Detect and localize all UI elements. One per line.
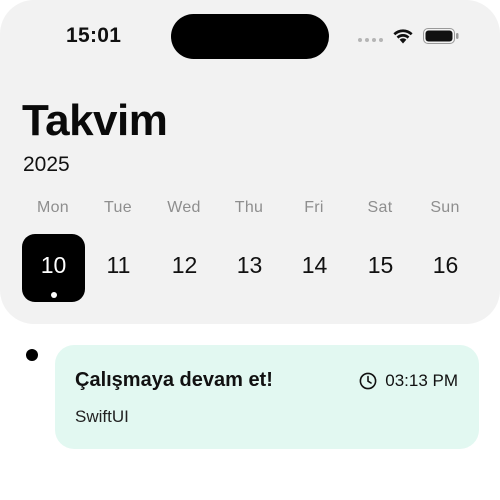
day-cell[interactable]: 12 — [153, 234, 216, 302]
day-number: 12 — [171, 252, 198, 278]
day-name: Tue — [104, 199, 132, 216]
day-number: 14 — [301, 252, 328, 278]
day-number: 13 — [236, 252, 263, 278]
day-column-sat: Sat 15 — [348, 198, 412, 308]
task-time-label: 03:13 PM — [385, 371, 458, 390]
day-column-sun: Sun 16 — [413, 198, 477, 308]
task-title: Çalışmaya devam et! — [75, 369, 273, 391]
day-column-fri: Fri 14 — [282, 198, 346, 308]
task-subtitle: SwiftUI — [75, 407, 129, 426]
day-number: 11 — [106, 252, 131, 278]
day-cell[interactable]: 15 — [349, 234, 412, 302]
day-cell[interactable]: 16 — [414, 234, 477, 302]
timeline-dot — [26, 349, 38, 361]
year-label: 2025 — [23, 153, 70, 176]
day-number: 10 — [40, 252, 67, 278]
battery-icon — [423, 28, 459, 44]
day-name: Sat — [367, 199, 393, 216]
wifi-icon — [393, 29, 413, 44]
day-cell[interactable]: 11 — [87, 234, 150, 302]
calendar-screen: 15:01 Takvim 2025 Mon 10 Tue 11 Wed 12 T… — [0, 0, 500, 500]
day-column-thu: Thu 13 — [217, 198, 281, 308]
page-title: Takvim — [22, 96, 168, 145]
day-column-tue: Tue 11 — [86, 198, 150, 308]
signal-dots-icon — [358, 38, 383, 42]
clock-icon — [359, 372, 377, 390]
week-strip: Mon 10 Tue 11 Wed 12 Thu 13 Fri 14 Sat 1… — [21, 198, 488, 308]
day-name: Thu — [234, 199, 264, 216]
day-name: Fri — [304, 199, 324, 216]
day-name: Wed — [167, 199, 201, 216]
task-card[interactable]: Çalışmaya devam et! SwiftUI 03:13 PM — [55, 345, 479, 449]
day-name: Mon — [36, 199, 70, 216]
day-name: Sun — [430, 199, 460, 216]
status-time: 15:01 — [66, 24, 122, 47]
day-number: 16 — [432, 252, 459, 278]
today-indicator-dot — [51, 292, 57, 298]
day-column-mon: Mon 10 — [21, 198, 85, 308]
day-column-wed: Wed 12 — [152, 198, 216, 308]
day-cell-selected[interactable]: 10 — [22, 234, 85, 302]
day-number: 15 — [367, 252, 394, 278]
task-time: 03:13 PM — [359, 371, 458, 391]
day-cell[interactable]: 13 — [218, 234, 281, 302]
day-cell[interactable]: 14 — [283, 234, 346, 302]
calendar-header: 15:01 Takvim 2025 Mon 10 Tue 11 Wed 12 T… — [0, 0, 500, 324]
dynamic-island — [171, 14, 329, 59]
